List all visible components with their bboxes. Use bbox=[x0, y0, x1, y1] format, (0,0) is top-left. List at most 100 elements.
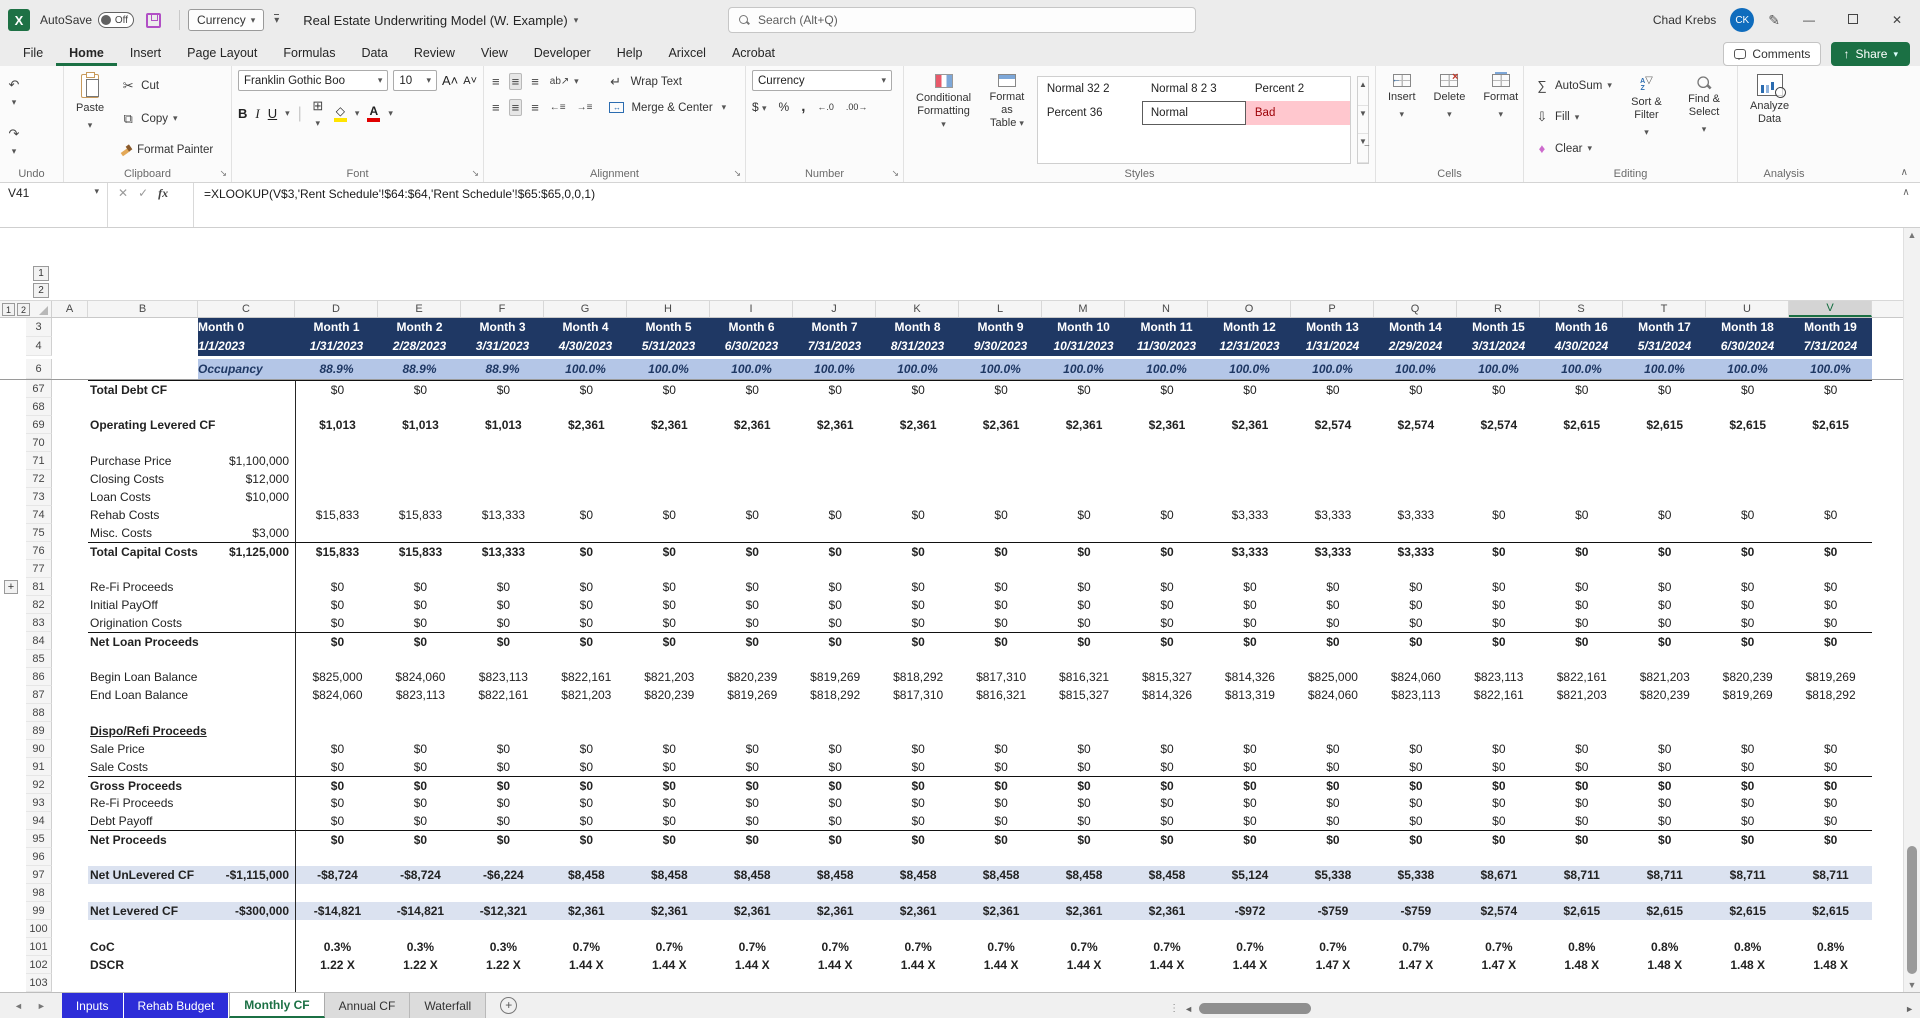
cell[interactable]: $0 bbox=[545, 777, 628, 794]
cell[interactable]: $819,269 bbox=[794, 668, 877, 686]
cell[interactable]: $0 bbox=[1126, 614, 1209, 632]
column-header-I[interactable]: I bbox=[710, 301, 793, 317]
cell[interactable]: $0 bbox=[1208, 831, 1291, 848]
cell[interactable]: $0 bbox=[877, 740, 960, 758]
cell[interactable]: $0 bbox=[1457, 614, 1540, 632]
column-header-A[interactable]: A bbox=[52, 301, 88, 317]
column-header-N[interactable]: N bbox=[1125, 301, 1208, 317]
cell[interactable]: $0 bbox=[1789, 596, 1872, 614]
cell[interactable]: $0 bbox=[794, 758, 877, 776]
cell[interactable] bbox=[52, 938, 88, 956]
cell[interactable]: -$6,224 bbox=[462, 866, 545, 884]
cell[interactable]: $0 bbox=[1208, 758, 1291, 776]
cell[interactable]: $2,361 bbox=[877, 416, 960, 434]
cell[interactable]: $2,361 bbox=[711, 416, 794, 434]
cell[interactable]: $0 bbox=[545, 633, 628, 650]
cell[interactable]: Total Capital Costs $1,125,000 bbox=[88, 542, 295, 560]
row-header-76[interactable]: 76 bbox=[26, 542, 52, 560]
cell[interactable]: $0 bbox=[628, 740, 711, 758]
cell[interactable] bbox=[52, 560, 88, 578]
cell[interactable]: $5,124 bbox=[1208, 866, 1291, 884]
sheet-tab-monthly-cf[interactable]: Monthly CF bbox=[229, 993, 325, 1018]
cell[interactable]: 0.8% bbox=[1623, 938, 1706, 956]
fill-button[interactable]: ⇩ Fill ▾ bbox=[1530, 107, 1616, 127]
cell[interactable]: $2,361 bbox=[1043, 902, 1126, 920]
cell[interactable]: $0 bbox=[1374, 614, 1457, 632]
cell[interactable]: 3/31/2024 bbox=[1457, 337, 1540, 356]
cell[interactable]: $0 bbox=[1540, 794, 1623, 812]
cell[interactable]: $818,292 bbox=[794, 686, 877, 704]
cell[interactable]: -$759 bbox=[1291, 902, 1374, 920]
cell[interactable]: $2,574 bbox=[1457, 902, 1540, 920]
cell[interactable]: $0 bbox=[462, 758, 545, 776]
row-header-67[interactable]: 67 bbox=[26, 380, 52, 398]
cell[interactable]: $0 bbox=[960, 633, 1043, 650]
enter-icon[interactable]: ✓ bbox=[138, 186, 148, 200]
row-header-3[interactable]: 3 bbox=[26, 318, 52, 337]
cell[interactable]: $0 bbox=[1706, 740, 1789, 758]
cell[interactable]: 100.0% bbox=[1291, 359, 1374, 379]
delete-cells-button[interactable]: Delete▾ bbox=[1428, 70, 1472, 164]
cell[interactable]: $0 bbox=[628, 794, 711, 812]
cell[interactable] bbox=[52, 359, 88, 379]
cell[interactable]: $5,338 bbox=[1291, 866, 1374, 884]
row-header-4[interactable]: 4 bbox=[26, 337, 52, 356]
cell[interactable]: $0 bbox=[1789, 812, 1872, 830]
ribbon-tab-page-layout[interactable]: Page Layout bbox=[174, 42, 270, 66]
cell[interactable]: $0 bbox=[1043, 812, 1126, 830]
cell[interactable]: Net Levered CF -$300,000 bbox=[88, 902, 295, 920]
cell[interactable]: $0 bbox=[1457, 777, 1540, 794]
number-format-select[interactable]: Currency ▾ bbox=[752, 70, 892, 91]
close-button[interactable]: ✕ bbox=[1882, 13, 1912, 27]
cell[interactable]: $0 bbox=[1789, 794, 1872, 812]
cell[interactable]: 0.7% bbox=[794, 938, 877, 956]
outline-level-button-2[interactable]: 2 bbox=[17, 303, 30, 316]
cell[interactable]: Re-Fi Proceeds bbox=[88, 578, 295, 596]
row-header-68[interactable]: 68 bbox=[26, 398, 52, 416]
cell[interactable]: $0 bbox=[794, 633, 877, 650]
cell[interactable]: $0 bbox=[545, 543, 628, 560]
cell[interactable]: Month 2 bbox=[378, 318, 461, 337]
cell[interactable]: $0 bbox=[1043, 777, 1126, 794]
cell[interactable]: $0 bbox=[1043, 831, 1126, 848]
cell[interactable]: $0 bbox=[1126, 578, 1209, 596]
cell[interactable]: $0 bbox=[1623, 794, 1706, 812]
cell[interactable]: $0 bbox=[379, 831, 462, 848]
cell[interactable]: 1.48 X bbox=[1623, 956, 1706, 974]
cell[interactable]: $0 bbox=[462, 831, 545, 848]
cell[interactable]: $0 bbox=[711, 633, 794, 650]
cell[interactable]: $0 bbox=[877, 794, 960, 812]
clear-button[interactable]: ♦ Clear ▾ bbox=[1530, 139, 1616, 158]
cell[interactable]: $0 bbox=[462, 812, 545, 830]
cell[interactable]: $822,161 bbox=[1540, 668, 1623, 686]
cell[interactable]: $0 bbox=[296, 633, 379, 650]
cell[interactable]: $3,333 bbox=[1291, 506, 1374, 524]
cell[interactable]: $0 bbox=[877, 633, 960, 650]
cell[interactable]: $0 bbox=[1457, 506, 1540, 524]
cell[interactable]: Rehab Costs bbox=[88, 506, 295, 524]
cell[interactable]: 6/30/2023 bbox=[710, 337, 793, 356]
cell[interactable]: Month 17 bbox=[1623, 318, 1706, 337]
cell[interactable]: $0 bbox=[1291, 794, 1374, 812]
cell[interactable]: $0 bbox=[628, 543, 711, 560]
scroll-left-icon[interactable]: ◄ bbox=[1184, 1004, 1193, 1014]
cell[interactable]: CoC bbox=[88, 938, 295, 956]
cell[interactable]: $0 bbox=[462, 794, 545, 812]
cell[interactable]: $0 bbox=[628, 758, 711, 776]
cell[interactable]: $3,333 bbox=[1291, 543, 1374, 560]
cell[interactable]: $0 bbox=[1457, 794, 1540, 812]
cell[interactable]: 1.22 X bbox=[379, 956, 462, 974]
cell[interactable]: $0 bbox=[379, 578, 462, 596]
column-header-V[interactable]: V bbox=[1789, 301, 1872, 317]
cell[interactable]: $0 bbox=[1208, 596, 1291, 614]
cell[interactable]: $8,458 bbox=[877, 866, 960, 884]
row-header-6[interactable]: 6 bbox=[26, 359, 52, 379]
cell[interactable]: $0 bbox=[960, 831, 1043, 848]
cell[interactable]: 1.44 X bbox=[794, 956, 877, 974]
cell[interactable]: $2,615 bbox=[1623, 416, 1706, 434]
cell[interactable]: Origination Costs bbox=[88, 614, 295, 632]
cell[interactable]: $2,361 bbox=[1208, 416, 1291, 434]
scroll-up-icon[interactable]: ▲ bbox=[1904, 230, 1920, 240]
cell[interactable] bbox=[88, 434, 295, 452]
cell[interactable]: 1.44 X bbox=[1208, 956, 1291, 974]
